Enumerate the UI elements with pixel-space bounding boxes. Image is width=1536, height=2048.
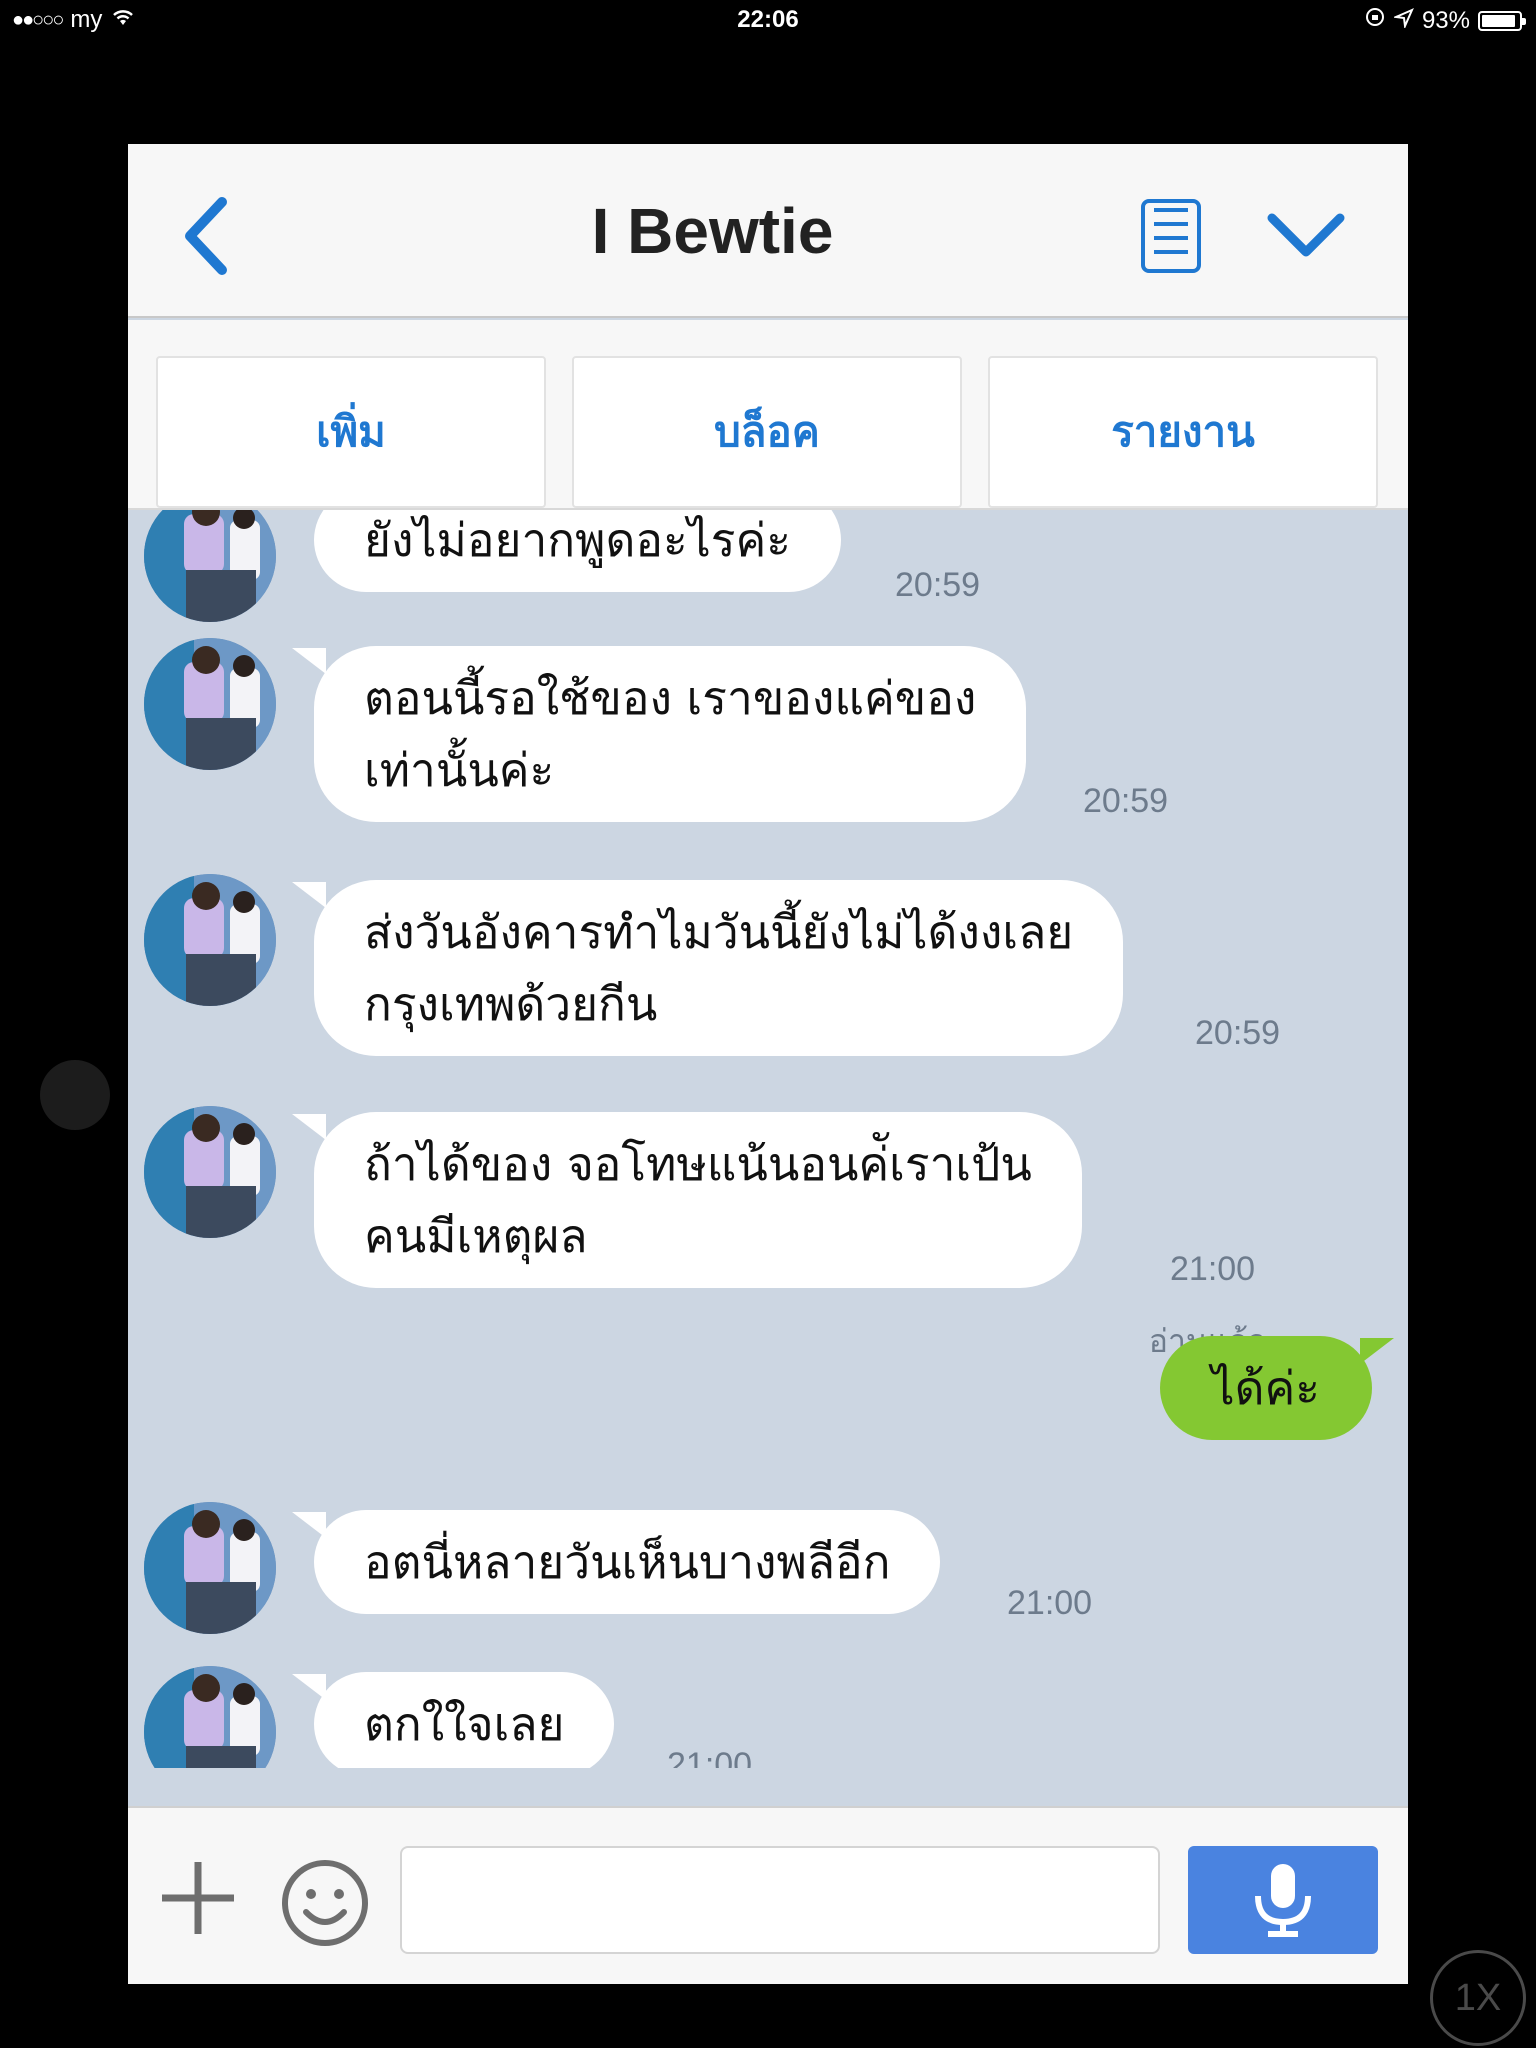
message-bubble[interactable]: ตกใใจเลย	[291, 1672, 615, 1768]
avatar[interactable]	[144, 874, 276, 1006]
report-button[interactable]: รายงาน	[988, 356, 1378, 508]
add-friend-button[interactable]: เพิ่ม	[156, 356, 546, 508]
avatar[interactable]	[144, 1106, 276, 1238]
message-time: 21:00	[667, 1746, 753, 1768]
location-icon	[1392, 7, 1414, 35]
notes-button[interactable]	[1138, 196, 1204, 276]
emoji-button[interactable]	[280, 1858, 370, 1948]
message-text: อตนี่หลายวันเห็นบางพลีอีก	[364, 1535, 891, 1589]
message-text: ส่งวันอังคารทำไมวันนี้ยังไม่ได้งงเลย กรุ…	[364, 905, 1074, 1031]
microphone-icon	[1255, 1864, 1311, 1937]
status-bar: ●●○○○ my 22:06 93%	[0, 0, 1536, 40]
message-bubble[interactable]: ยังไม่อยากพูดอะไรค่ะ	[314, 510, 841, 592]
page-title: I Bewtie	[591, 195, 834, 267]
smiley-icon	[282, 1860, 368, 1946]
status-right: 93%	[1364, 6, 1526, 35]
notes-icon	[1141, 199, 1201, 273]
message-text: ยังไม่อยากพูดอะไรค่ะ	[364, 513, 791, 567]
message-time: 20:59	[1195, 1014, 1281, 1052]
avatar[interactable]	[144, 638, 276, 770]
avatar[interactable]	[144, 510, 276, 622]
message-bubble[interactable]: ส่งวันอังคารทำไมวันนี้ยังไม่ได้งงเลย กรุ…	[291, 880, 1124, 1056]
message-input[interactable]	[400, 1846, 1160, 1954]
input-bar	[128, 1806, 1408, 1984]
message-bubble[interactable]: อตนี่หลายวันเห็นบางพลีอีก	[291, 1510, 941, 1614]
avatar[interactable]	[144, 1502, 276, 1634]
rotation-lock-icon	[1364, 6, 1386, 35]
battery-percent: 93%	[1421, 6, 1470, 34]
chat-app: I Bewtie เพิ่ม บล็อค รายงาน ยังไม่อยากพู…	[128, 144, 1408, 1984]
message-time: 20:59	[1083, 782, 1169, 820]
message-time: 20:59	[895, 566, 981, 604]
plus-icon	[162, 1862, 234, 1934]
status-time: 22:06	[737, 6, 799, 33]
side-handle[interactable]	[40, 1060, 110, 1130]
outgoing-message-bubble[interactable]: ได้ค่ะ	[1159, 1336, 1394, 1440]
menu-toggle-button[interactable]	[1266, 206, 1346, 266]
message-text: ตกใใจเลย	[364, 1697, 565, 1751]
message-bubble[interactable]: ตอนนี้รอใช้ของ เราของแค่ของ เท่านั้นค่ะ	[291, 646, 1027, 822]
block-button[interactable]: บล็อค	[572, 356, 962, 508]
voice-button[interactable]	[1188, 1846, 1378, 1954]
message-text: ตอนนี้รอใช้ของ เราของแค่ของ เท่านั้นค่ะ	[364, 671, 977, 797]
action-bar: เพิ่ม บล็อค รายงาน	[128, 320, 1408, 510]
message-bubble[interactable]: ถ้าได้ของ จอโทษแน้นอนค่ัเราเป้น คนมีเหตุ…	[292, 1112, 1082, 1288]
zoom-badge[interactable]: 1X	[1430, 1950, 1526, 2046]
message-time: 21:00	[1170, 1250, 1256, 1288]
message-list[interactable]: ยังไม่อยากพูดอะไรค่ะ 20:59 ตอนนี้รอใช้ขอ…	[128, 510, 1408, 1768]
message-text: ถ้าได้ของ จอโทษแน้นอนค่ัเราเป้น คนมีเหตุ…	[364, 1137, 1032, 1263]
message-text: ได้ค่ะ	[1211, 1361, 1321, 1415]
nav-bar: I Bewtie	[128, 144, 1408, 318]
avatar[interactable]	[144, 1666, 276, 1768]
message-time: 21:00	[1007, 1584, 1093, 1622]
battery-fill	[1482, 14, 1516, 27]
chevron-down-icon	[1267, 213, 1345, 257]
battery-icon	[1478, 10, 1526, 31]
attach-button[interactable]	[158, 1858, 238, 1938]
